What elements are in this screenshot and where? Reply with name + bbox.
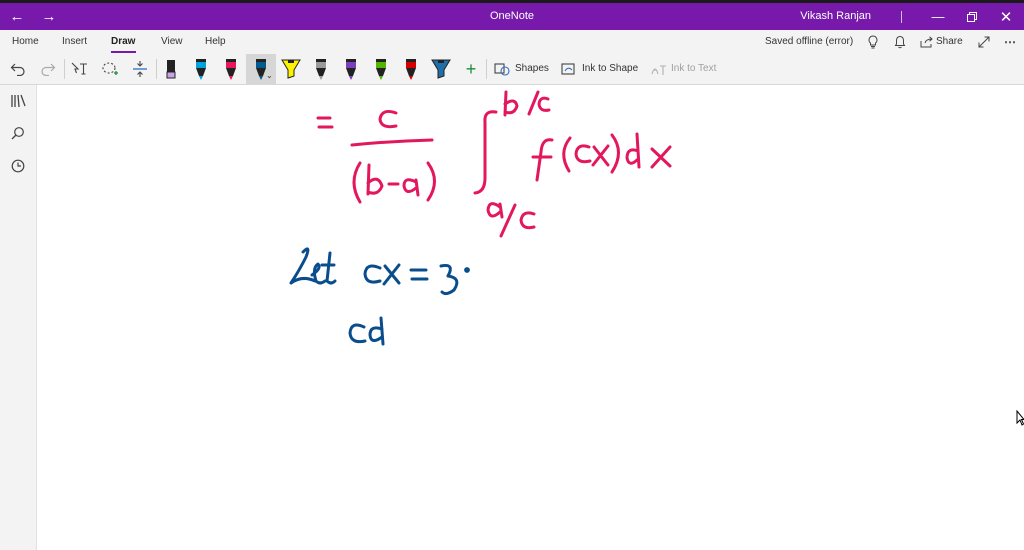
pen-6-icon[interactable]	[339, 57, 363, 81]
user-name[interactable]: Vikash Ranjan	[800, 3, 871, 30]
pen-1-icon[interactable]	[189, 57, 213, 81]
tab-insert[interactable]: Insert	[62, 36, 87, 47]
share-icon[interactable]	[918, 33, 936, 51]
type-select-icon[interactable]	[68, 57, 92, 81]
share-button[interactable]: Share	[936, 36, 963, 47]
active-tab-indicator	[111, 51, 136, 53]
ink-to-shape-button[interactable]: Ink to Shape	[582, 63, 638, 74]
pen-2-icon[interactable]	[219, 57, 243, 81]
undo-icon[interactable]	[6, 57, 30, 81]
bell-icon[interactable]	[891, 33, 909, 51]
pencil-5-icon[interactable]	[309, 57, 333, 81]
ink-to-shape-icon[interactable]	[557, 57, 581, 81]
sync-status[interactable]: Saved offline (error)	[765, 36, 853, 47]
note-canvas[interactable]	[37, 85, 1024, 550]
tab-help[interactable]: Help	[205, 36, 226, 47]
minimize-icon[interactable]: —	[926, 3, 950, 30]
handwriting-ink	[289, 90, 672, 346]
lasso-select-icon[interactable]	[98, 57, 122, 81]
toolbar-separator	[64, 59, 65, 79]
lightbulb-icon[interactable]	[864, 33, 882, 51]
add-pen-icon[interactable]: +	[459, 57, 483, 81]
highlighter-9-icon[interactable]	[429, 57, 453, 81]
redo-icon[interactable]	[36, 57, 60, 81]
pen-8-icon[interactable]	[399, 57, 423, 81]
draw-toolbar: ⌄ + Shapes Ink to Shape Ink to Text	[0, 54, 1024, 85]
title-separator	[901, 11, 902, 23]
search-icon[interactable]	[8, 123, 28, 143]
notebooks-icon[interactable]	[8, 91, 28, 111]
toolbar-separator	[486, 59, 487, 79]
toolbar-separator	[156, 59, 157, 79]
highlighter-4-icon[interactable]	[279, 57, 303, 81]
ink-to-text-button: Ink to Text	[671, 63, 717, 74]
restore-icon[interactable]	[960, 3, 984, 30]
left-navigation-rail	[0, 85, 37, 550]
shapes-button[interactable]: Shapes	[515, 63, 549, 74]
more-options-icon[interactable]: ⋯	[1001, 33, 1019, 51]
pen-7-icon[interactable]	[369, 57, 393, 81]
title-bar: ← → OneNote Vikash Ranjan — ✕	[0, 0, 1024, 30]
pen-options-chevron-icon[interactable]: ⌄	[266, 71, 273, 80]
expand-icon[interactable]	[975, 33, 993, 51]
close-icon[interactable]: ✕	[994, 3, 1018, 30]
ink-to-text-icon	[647, 57, 671, 81]
shapes-icon[interactable]	[490, 57, 514, 81]
mouse-cursor-icon	[1016, 410, 1024, 426]
recent-notes-icon[interactable]	[8, 156, 28, 176]
tab-draw[interactable]: Draw	[111, 36, 135, 47]
tab-home[interactable]: Home	[12, 36, 39, 47]
ribbon-tabs: Home Insert Draw View Help Saved offline…	[0, 30, 1024, 54]
tab-view[interactable]: View	[161, 36, 183, 47]
add-space-icon[interactable]	[128, 57, 152, 81]
eraser-icon[interactable]	[159, 57, 183, 81]
